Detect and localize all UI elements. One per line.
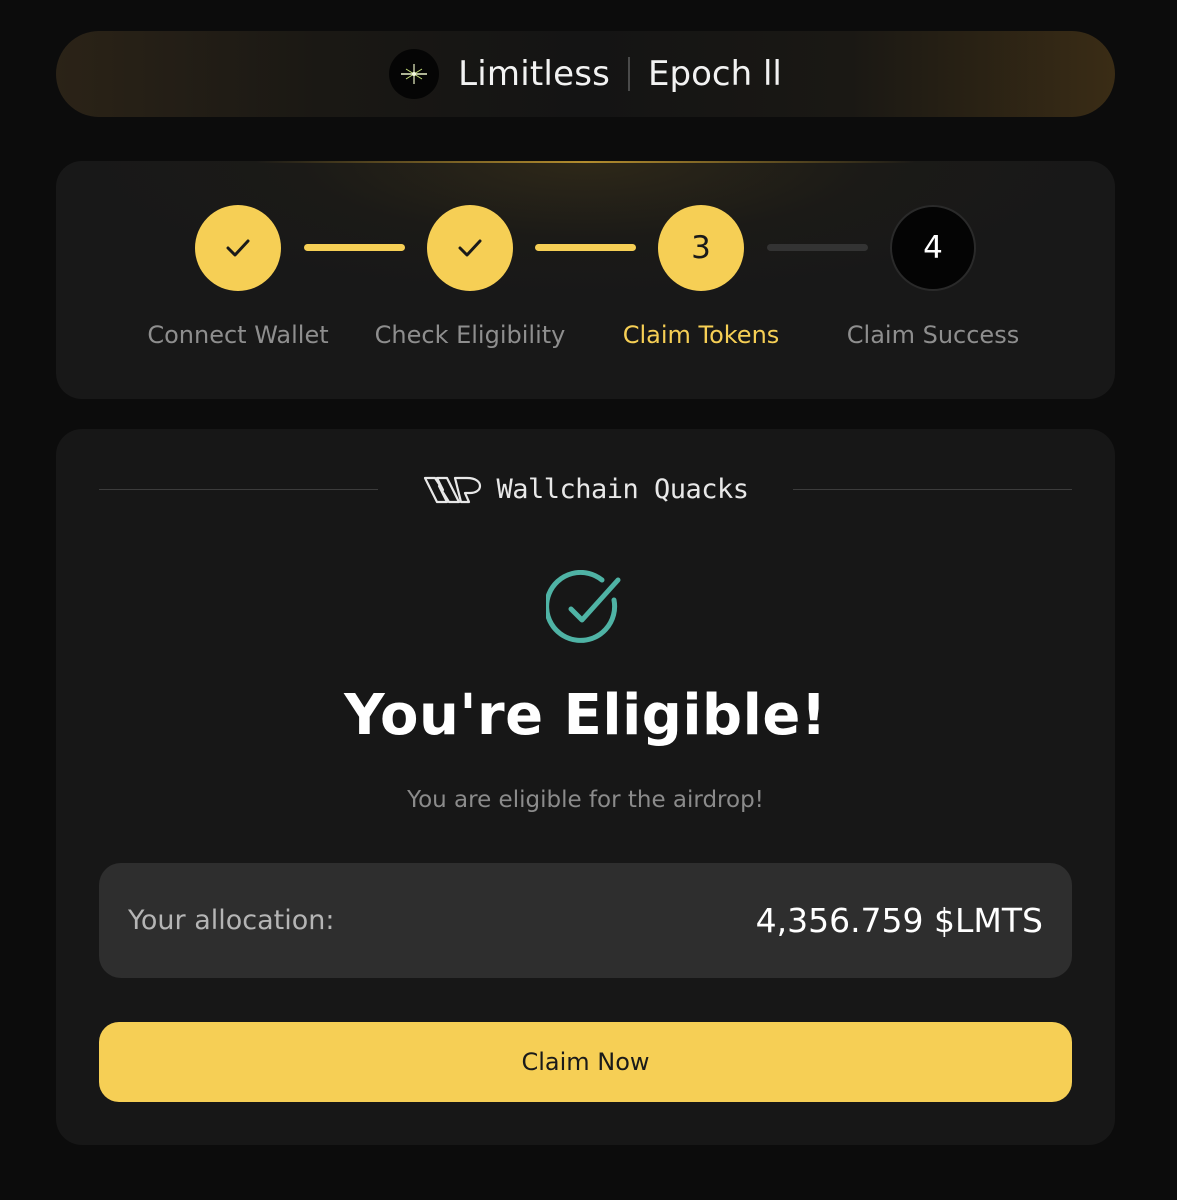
step-1-label: Connect Wallet (147, 321, 329, 349)
eligibility-title: You're Eligible! (344, 683, 827, 748)
epoch-label: Epoch ll (648, 54, 782, 94)
step-4-label: Claim Success (846, 321, 1020, 349)
header-divider (628, 57, 631, 91)
step-claim-success: 4 Claim Success (823, 205, 1043, 349)
limitless-logo-icon (389, 49, 440, 99)
allocation-value: 4,356.759 $LMTS (755, 901, 1043, 940)
step-3-circle: 3 (658, 205, 744, 291)
step-2-label: Check Eligibility (374, 321, 566, 349)
eligibility-subtitle: You are eligible for the airdrop! (407, 787, 764, 813)
partner-brand: Wallchain Quacks (422, 472, 749, 506)
claim-now-button[interactable]: Claim Now (99, 1022, 1072, 1102)
header-bar: Limitless Epoch ll (56, 31, 1115, 117)
step-2-circle (427, 205, 513, 291)
check-icon (226, 239, 250, 257)
step-1-circle (195, 205, 281, 291)
partner-name: Wallchain Quacks (496, 473, 749, 505)
partner-divider-right (792, 488, 1072, 490)
check-circle-icon (546, 570, 621, 643)
step-connect-wallet: Connect Wallet (128, 205, 348, 349)
partner-divider-left (99, 488, 379, 490)
allocation-box: Your allocation: 4,356.759 $LMTS (99, 863, 1072, 978)
step-claim-tokens: 3 Claim Tokens (591, 205, 811, 349)
allocation-label: Your allocation: (128, 905, 335, 936)
step-3-label: Claim Tokens (622, 321, 780, 349)
stepper-card: Connect Wallet Check Eligibility 3 Claim… (56, 161, 1115, 399)
brand-name: Limitless (458, 54, 611, 94)
claim-card: Wallchain Quacks You're Eligible! You ar… (56, 429, 1115, 1145)
step-4-circle: 4 (890, 205, 976, 291)
partner-header: Wallchain Quacks (99, 469, 1072, 509)
check-icon (458, 239, 482, 257)
step-check-eligibility: Check Eligibility (360, 205, 580, 349)
wallchain-logo-icon (424, 476, 482, 504)
